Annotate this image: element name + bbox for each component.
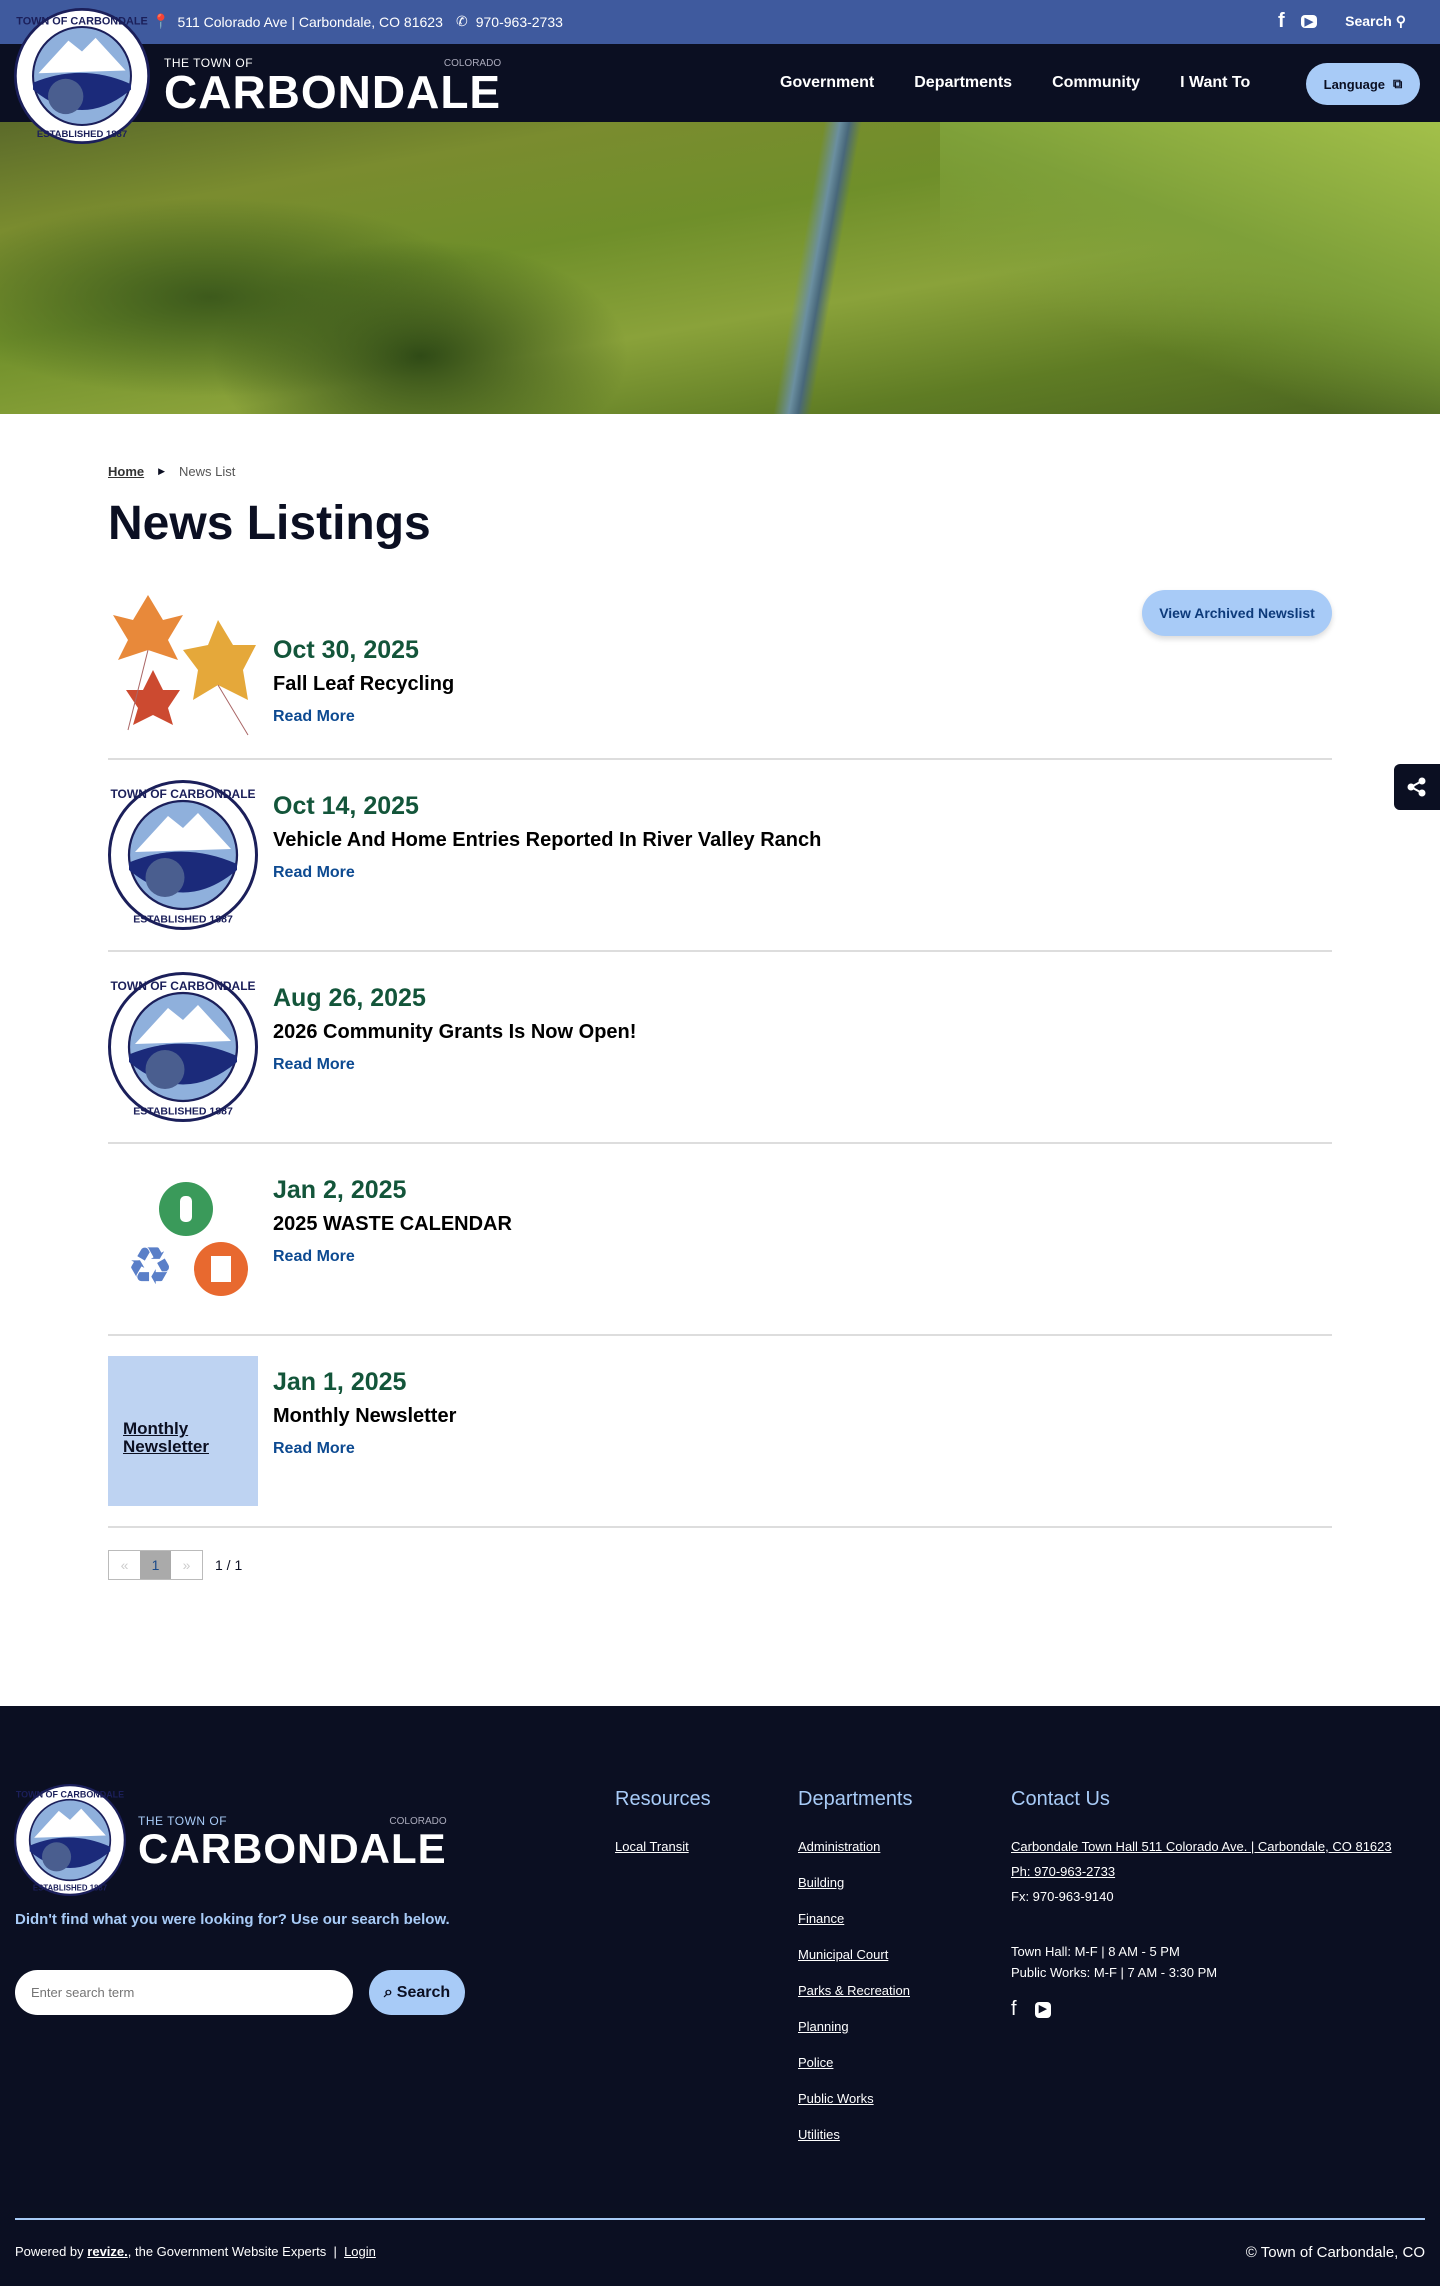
search-icon: ⌕ bbox=[383, 1983, 393, 2001]
utility-bar: 📍 511 Colorado Ave | Carbondale, CO 81623… bbox=[0, 0, 1440, 44]
footer-link-administration[interactable]: Administration bbox=[798, 1839, 913, 1854]
newsletter-image: Monthly Newsletter bbox=[108, 1356, 258, 1506]
news-date: Oct 30, 2025 bbox=[273, 636, 419, 664]
footer-address-link[interactable]: Carbondale Town Hall 511 Colorado Ave. |… bbox=[1011, 1839, 1392, 1854]
footer-phone-link[interactable]: Ph: 970-963-2733 bbox=[1011, 1864, 1392, 1879]
read-more-link[interactable]: Read More bbox=[273, 864, 821, 882]
search-icon: ⚲ bbox=[1395, 13, 1406, 29]
footer-link-public-works[interactable]: Public Works bbox=[798, 2091, 913, 2106]
read-more-link[interactable]: Read More bbox=[273, 708, 454, 726]
footer-divider bbox=[15, 2218, 1425, 2220]
footer-contact: Contact Us Carbondale Town Hall 511 Colo… bbox=[1011, 1788, 1392, 2021]
chevron-right-icon: ▶ bbox=[158, 466, 166, 476]
town-seal-logo[interactable] bbox=[14, 8, 150, 144]
map-pin-icon: 📍 bbox=[152, 13, 170, 29]
hero-image bbox=[0, 122, 1440, 414]
leaves-image bbox=[113, 595, 256, 736]
town-seal-image bbox=[108, 972, 258, 1122]
page-summary: 1 / 1 bbox=[215, 1557, 243, 1573]
footer-search-input[interactable] bbox=[15, 1970, 353, 2015]
login-link[interactable]: Login bbox=[344, 2244, 376, 2259]
address[interactable]: 📍 511 Colorado Ave | Carbondale, CO 81623 bbox=[152, 13, 443, 30]
prev-page-button[interactable]: « bbox=[109, 1551, 140, 1579]
town-seal-image bbox=[108, 780, 258, 930]
facebook-icon[interactable]: f bbox=[1278, 10, 1285, 33]
footer-link-planning[interactable]: Planning bbox=[798, 2019, 913, 2034]
read-more-link[interactable]: Read More bbox=[273, 1440, 456, 1458]
breadcrumb-current: News List bbox=[179, 464, 236, 479]
nav-government[interactable]: Government bbox=[780, 74, 874, 92]
nav-i-want-to[interactable]: I Want To bbox=[1180, 74, 1250, 92]
phone-icon: ✆ bbox=[456, 13, 468, 29]
news-date: Oct 14, 2025 bbox=[273, 792, 419, 820]
footer-search-prompt: Didn't find what you were looking for? U… bbox=[15, 1911, 450, 1928]
news-item: Oct 30, 2025 Fall Leaf Recycling Read More bbox=[108, 590, 1332, 760]
news-item: Oct 14, 2025 Vehicle And Home Entries Rep… bbox=[108, 760, 1332, 952]
news-date: Jan 1, 2025 bbox=[273, 1368, 407, 1396]
footer-link-local-transit[interactable]: Local Transit bbox=[615, 1839, 711, 1854]
footer-link-municipal-court[interactable]: Municipal Court bbox=[798, 1947, 913, 1962]
phone[interactable]: ✆ 970-963-2733 bbox=[456, 13, 563, 30]
breadcrumb-home[interactable]: Home bbox=[108, 464, 144, 479]
copyright: © Town of Carbondale, CO bbox=[1245, 2244, 1425, 2261]
breadcrumb: Home ▶ News List bbox=[108, 464, 235, 479]
news-item: Aug 26, 2025 2026 Community Grants Is Now… bbox=[108, 952, 1332, 1144]
nav-departments[interactable]: Departments bbox=[914, 74, 1012, 92]
footer-search-button[interactable]: ⌕ Search bbox=[369, 1970, 465, 2015]
read-more-link[interactable]: Read More bbox=[273, 1248, 512, 1266]
footer-fax: Fx: 970-963-9140 bbox=[1011, 1889, 1114, 1904]
facebook-icon[interactable]: f bbox=[1011, 1998, 1017, 2021]
footer-seal-logo[interactable] bbox=[14, 1784, 126, 1896]
language-button[interactable]: Language ⧉ bbox=[1306, 63, 1420, 105]
nav-community[interactable]: Community bbox=[1052, 74, 1140, 92]
news-title[interactable]: 2026 Community Grants Is Now Open! bbox=[273, 1021, 636, 1044]
brand-logo[interactable]: THE TOWN OF COLORADO CARBONDALE bbox=[164, 56, 501, 115]
news-title[interactable]: 2025 WASTE CALENDAR bbox=[273, 1213, 512, 1236]
news-item: Monthly Newsletter Jan 1, 2025 Monthly Ne… bbox=[108, 1336, 1332, 1528]
svg-text:♻: ♻ bbox=[127, 1238, 174, 1296]
footer-resources: Resources Local Transit bbox=[615, 1788, 711, 1854]
news-date: Aug 26, 2025 bbox=[273, 984, 426, 1012]
read-more-link[interactable]: Read More bbox=[273, 1056, 636, 1074]
search-button[interactable]: Search ⚲ bbox=[1345, 13, 1406, 30]
footer-brand-logo[interactable]: THE TOWN OF COLORADO CARBONDALE bbox=[138, 1814, 447, 1870]
footer-departments: Departments Administration Building Fina… bbox=[798, 1788, 913, 2142]
pagination: « 1 » 1 / 1 bbox=[108, 1550, 242, 1580]
page-1-button[interactable]: 1 bbox=[140, 1551, 171, 1579]
share-button[interactable] bbox=[1394, 764, 1440, 810]
share-icon bbox=[1407, 777, 1426, 797]
news-list: Oct 30, 2025 Fall Leaf Recycling Read More… bbox=[108, 590, 1332, 1528]
footer: THE TOWN OF COLORADO CARBONDALE Didn't f… bbox=[0, 1706, 1440, 2286]
news-title[interactable]: Monthly Newsletter bbox=[273, 1405, 456, 1428]
footer-hours-pw: Public Works: M-F | 7 AM - 3:30 PM bbox=[1011, 1965, 1218, 1980]
next-page-button[interactable]: » bbox=[171, 1551, 202, 1579]
footer-link-parks[interactable]: Parks & Recreation bbox=[798, 1983, 913, 1998]
news-title[interactable]: Fall Leaf Recycling bbox=[273, 673, 454, 696]
news-date: Jan 2, 2025 bbox=[273, 1176, 407, 1204]
news-title[interactable]: Vehicle And Home Entries Reported In Riv… bbox=[273, 829, 821, 852]
revize-link[interactable]: revize. bbox=[87, 2244, 127, 2259]
powered-by: Powered by revize., the Government Websi… bbox=[15, 2244, 376, 2259]
footer-link-finance[interactable]: Finance bbox=[798, 1911, 913, 1926]
youtube-icon[interactable]: ▶ bbox=[1300, 15, 1318, 28]
youtube-icon[interactable]: ▶ bbox=[1034, 2002, 1052, 2018]
waste-icons-image: ♻ bbox=[127, 1182, 248, 1296]
news-item: ♻ Jan 2, 2025 2025 WASTE CALENDAR Read Mor… bbox=[108, 1144, 1332, 1336]
footer-link-building[interactable]: Building bbox=[798, 1875, 913, 1890]
footer-link-police[interactable]: Police bbox=[798, 2055, 913, 2070]
page-title: News Listings bbox=[108, 497, 431, 550]
footer-hours-town: Town Hall: M-F | 8 AM - 5 PM bbox=[1011, 1944, 1180, 1959]
translate-icon: ⧉ bbox=[1393, 76, 1403, 91]
footer-link-utilities[interactable]: Utilities bbox=[798, 2127, 913, 2142]
